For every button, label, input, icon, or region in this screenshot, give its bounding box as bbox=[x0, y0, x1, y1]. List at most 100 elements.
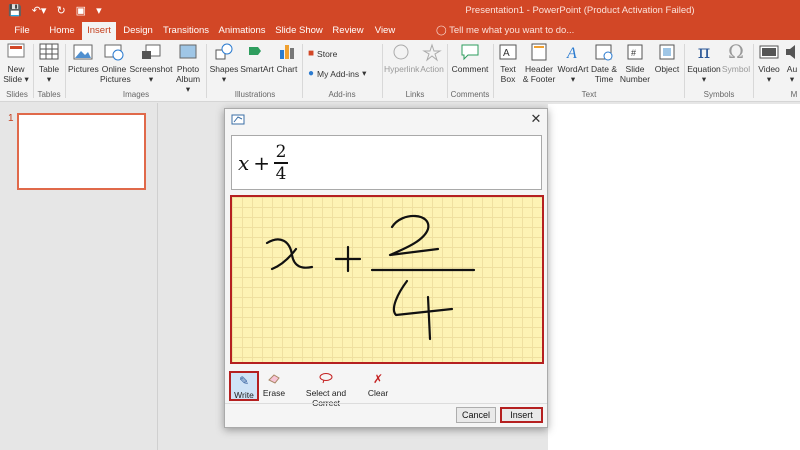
header-footer-icon bbox=[531, 43, 547, 61]
store-button[interactable]: ■ Store bbox=[308, 48, 337, 59]
pictures-label: Pictures bbox=[68, 64, 99, 74]
action-icon bbox=[422, 43, 442, 62]
chart-button[interactable]: Chart bbox=[275, 42, 299, 74]
write-label: Write bbox=[234, 390, 254, 400]
slide-canvas[interactable] bbox=[548, 104, 800, 450]
tab-design[interactable]: Design bbox=[118, 22, 158, 40]
textbox-icon: A bbox=[499, 44, 517, 60]
new-slide-label: New bbox=[7, 64, 25, 74]
new-slide-button[interactable]: New Slide ▾ bbox=[3, 42, 29, 84]
group-symbols-label: Symbols bbox=[703, 90, 735, 99]
tell-me-box[interactable]: ◯ Tell me what you want to do... bbox=[436, 22, 574, 40]
insert-button[interactable]: Insert bbox=[500, 407, 543, 423]
pictures-button[interactable]: Pictures bbox=[68, 42, 99, 74]
chart-icon bbox=[280, 45, 294, 59]
action-button[interactable]: Action bbox=[419, 42, 445, 74]
wordart-button[interactable]: A WordArt ▾ bbox=[557, 42, 589, 84]
clear-tool[interactable]: ✗ Clear bbox=[365, 371, 391, 401]
store-label: Store bbox=[317, 48, 338, 59]
math-input-dialog: ✕ x + 2 4 ✎ Write Erase Select and Corre… bbox=[224, 108, 548, 428]
shapes-label: Shapes bbox=[209, 64, 239, 74]
tab-transitions[interactable]: Transitions bbox=[160, 22, 212, 40]
select-correct-label: Select and Correct bbox=[305, 388, 347, 408]
my-addins-button[interactable]: ● My Add-ins ▾ bbox=[308, 68, 366, 79]
object-label: Object bbox=[654, 64, 680, 74]
audio-button[interactable]: Au ▾ bbox=[784, 42, 800, 84]
math-operator: + bbox=[253, 151, 271, 175]
ribbon: New Slide ▾ Slides Table ▾ Tables Picture… bbox=[0, 40, 800, 102]
smartart-label: SmartArt bbox=[240, 64, 274, 74]
stroke-four bbox=[392, 279, 454, 317]
close-icon[interactable]: ✕ bbox=[528, 111, 544, 127]
wordart-icon: A bbox=[566, 45, 577, 62]
svg-text:#: # bbox=[631, 48, 636, 58]
comment-label: Comment bbox=[451, 64, 489, 74]
audio-label: Au bbox=[786, 64, 798, 74]
math-denominator: 4 bbox=[275, 163, 287, 184]
comment-button[interactable]: Comment bbox=[450, 42, 490, 74]
date-time-button[interactable]: Date & Time bbox=[590, 42, 618, 84]
dialog-divider bbox=[225, 403, 547, 404]
tab-home[interactable]: Home bbox=[42, 22, 82, 40]
screenshot-label: Screenshot bbox=[129, 64, 173, 74]
svg-text:A: A bbox=[503, 48, 510, 59]
slide-number-label: Slide bbox=[625, 64, 645, 74]
group-divider bbox=[684, 44, 685, 98]
math-fraction: 2 4 bbox=[274, 142, 289, 184]
smartart-button[interactable]: SmartArt bbox=[240, 42, 274, 74]
group-divider bbox=[302, 44, 303, 98]
equation-button[interactable]: π Equation ▾ bbox=[686, 42, 722, 84]
tab-view[interactable]: View bbox=[370, 22, 400, 40]
tab-file[interactable]: File bbox=[4, 22, 40, 40]
header-footer-label-2: & Footer bbox=[522, 74, 556, 84]
new-slide-icon bbox=[7, 43, 25, 58]
tab-slide-show[interactable]: Slide Show bbox=[272, 22, 326, 40]
header-footer-label: Header bbox=[525, 64, 553, 74]
table-icon bbox=[39, 43, 59, 60]
math-numerator: 2 bbox=[275, 142, 287, 163]
tab-animations[interactable]: Animations bbox=[214, 22, 270, 40]
action-label: Action bbox=[420, 64, 444, 74]
shapes-icon bbox=[215, 43, 233, 60]
math-preview: x + 2 4 bbox=[231, 135, 542, 190]
video-button[interactable]: Video ▾ bbox=[756, 42, 782, 84]
cancel-button[interactable]: Cancel bbox=[456, 407, 496, 423]
eraser-icon bbox=[261, 372, 287, 388]
online-pictures-label: Online bbox=[101, 64, 127, 74]
lasso-icon bbox=[291, 372, 361, 388]
shapes-button[interactable]: Shapes ▾ bbox=[209, 42, 239, 84]
table-label: Table bbox=[38, 64, 60, 74]
screenshot-button[interactable]: Screenshot ▾ bbox=[129, 42, 173, 84]
tell-me-text: Tell me what you want to do... bbox=[449, 25, 575, 36]
group-images-label: Images bbox=[122, 90, 150, 99]
group-addins-label: Add-ins bbox=[328, 90, 356, 99]
erase-tool[interactable]: Erase bbox=[261, 371, 287, 401]
table-button[interactable]: Table ▾ bbox=[36, 42, 62, 84]
tab-review[interactable]: Review bbox=[328, 22, 368, 40]
clear-label: Clear bbox=[367, 388, 389, 398]
hyperlink-button[interactable]: Hyperlink bbox=[384, 42, 419, 74]
handwriting-canvas[interactable] bbox=[230, 195, 544, 364]
object-button[interactable]: Object bbox=[652, 42, 682, 74]
ribbon-tabs: File Home Insert Design Transitions Anim… bbox=[0, 22, 800, 40]
pictures-icon bbox=[73, 44, 93, 60]
math-input-icon bbox=[231, 114, 245, 125]
slide-number-button[interactable]: # Slide Number bbox=[619, 42, 651, 84]
store-icon: ■ bbox=[308, 48, 315, 59]
textbox-button[interactable]: A Text Box bbox=[496, 42, 520, 84]
window-title: Presentation1 - PowerPoint (Product Acti… bbox=[465, 5, 695, 16]
my-addins-icon: ● bbox=[308, 68, 315, 79]
photo-album-button[interactable]: Photo Album ▾ bbox=[174, 42, 202, 94]
clear-icon: ✗ bbox=[372, 372, 384, 386]
slide-thumbnail-pane: 1 bbox=[0, 103, 158, 450]
date-time-label-2: Time bbox=[594, 74, 614, 84]
write-tool[interactable]: ✎ Write bbox=[229, 371, 259, 401]
online-pictures-button[interactable]: Online Pictures bbox=[100, 42, 131, 84]
select-correct-tool[interactable]: Select and Correct bbox=[291, 371, 361, 408]
tab-insert[interactable]: Insert bbox=[82, 22, 116, 40]
symbol-button[interactable]: Ω Symbol bbox=[721, 42, 751, 74]
slide-thumbnail[interactable] bbox=[17, 113, 146, 190]
photo-album-label-2: Album bbox=[175, 74, 201, 84]
header-footer-button[interactable]: Header & Footer bbox=[522, 42, 556, 84]
group-divider bbox=[206, 44, 207, 98]
